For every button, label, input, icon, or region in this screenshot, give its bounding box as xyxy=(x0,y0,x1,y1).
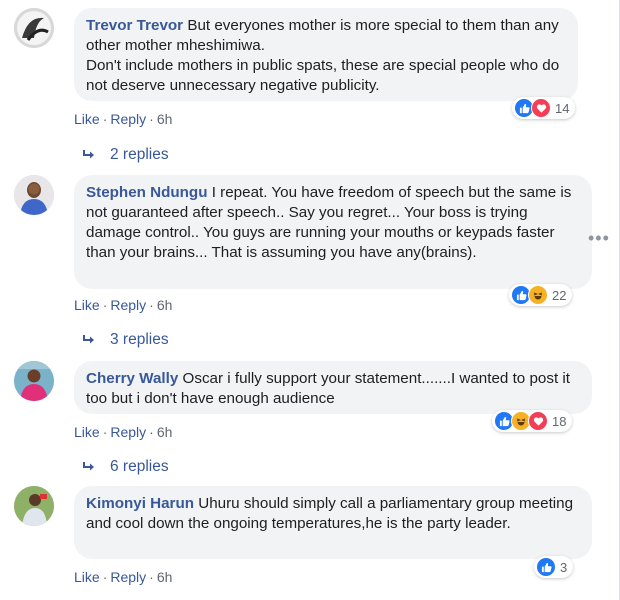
avatar[interactable] xyxy=(14,486,54,526)
reply-link[interactable]: Reply xyxy=(110,569,146,585)
reaction-summary[interactable]: 14 xyxy=(512,97,576,119)
reply-arrow-icon xyxy=(82,149,96,161)
comment-bubble: Trevor Trevor But everyones mother is mo… xyxy=(74,8,578,101)
reply-link[interactable]: Reply xyxy=(110,111,146,127)
more-options-icon[interactable]: ••• xyxy=(588,228,610,249)
separator: · xyxy=(149,424,154,440)
view-replies-link[interactable]: 6 replies xyxy=(82,458,169,476)
like-link[interactable]: Like xyxy=(74,111,100,127)
comment-timestamp[interactable]: 6h xyxy=(157,297,173,313)
reply-link[interactable]: Reply xyxy=(110,297,146,313)
comment-author[interactable]: Cherry Wally xyxy=(86,370,178,387)
like-link[interactable]: Like xyxy=(74,297,100,313)
separator: · xyxy=(149,297,154,313)
avatar[interactable] xyxy=(14,361,54,401)
avatar[interactable] xyxy=(14,8,54,48)
comment: Stephen Ndungu I repeat. You have freedo… xyxy=(14,175,614,355)
comment: Kimonyi Harun Uhuru should simply call a… xyxy=(14,486,614,596)
reaction-count: 14 xyxy=(555,100,570,116)
like-link[interactable]: Like xyxy=(74,424,100,440)
comment-bubble: Kimonyi Harun Uhuru should simply call a… xyxy=(74,486,592,559)
comment-timestamp[interactable]: 6h xyxy=(157,111,173,127)
comment: Cherry Wally Oscar i fully support your … xyxy=(14,361,614,486)
separator: · xyxy=(102,424,108,440)
comment-actions: Like · Reply · 6h xyxy=(74,297,172,313)
comment-author[interactable]: Kimonyi Harun xyxy=(86,495,194,512)
comment-bubble: Stephen Ndungu I repeat. You have freedo… xyxy=(74,175,592,289)
separator: · xyxy=(102,111,108,127)
reaction-count: 18 xyxy=(552,413,567,429)
love-reaction-icon xyxy=(528,411,548,431)
view-replies-link[interactable]: 2 replies xyxy=(82,146,169,164)
comment-actions: Like · Reply · 6h xyxy=(74,424,172,440)
replies-count: 3 replies xyxy=(110,331,169,348)
comment-timestamp[interactable]: 6h xyxy=(157,424,173,440)
reaction-summary[interactable]: 18 xyxy=(492,410,573,432)
comment-author[interactable]: Trevor Trevor xyxy=(86,17,183,34)
reaction-count: 3 xyxy=(560,559,568,575)
comment-bubble: Cherry Wally Oscar i fully support your … xyxy=(74,361,592,414)
view-replies-link[interactable]: 3 replies xyxy=(82,331,169,349)
separator: · xyxy=(149,111,154,127)
comment-timestamp[interactable]: 6h xyxy=(157,569,173,585)
comment: Trevor Trevor But everyones mother is mo… xyxy=(14,8,614,178)
replies-count: 6 replies xyxy=(110,458,169,475)
reply-arrow-icon xyxy=(82,334,96,346)
comment-actions: Like · Reply · 6h xyxy=(74,569,172,585)
haha-reaction-icon xyxy=(528,285,548,305)
avatar[interactable] xyxy=(14,175,54,215)
reaction-count: 22 xyxy=(552,287,567,303)
reaction-summary[interactable]: 22 xyxy=(509,284,573,306)
reaction-summary[interactable]: 3 xyxy=(534,556,574,578)
like-reaction-icon xyxy=(536,557,556,577)
reply-link[interactable]: Reply xyxy=(110,424,146,440)
like-link[interactable]: Like xyxy=(74,569,100,585)
separator: · xyxy=(102,297,108,313)
comment-actions: Like · Reply · 6h xyxy=(74,111,172,127)
replies-count: 2 replies xyxy=(110,146,169,163)
reply-arrow-icon xyxy=(82,461,96,473)
comment-author[interactable]: Stephen Ndungu xyxy=(86,184,208,201)
separator: · xyxy=(102,569,108,585)
love-reaction-icon xyxy=(531,98,551,118)
separator: · xyxy=(149,569,154,585)
